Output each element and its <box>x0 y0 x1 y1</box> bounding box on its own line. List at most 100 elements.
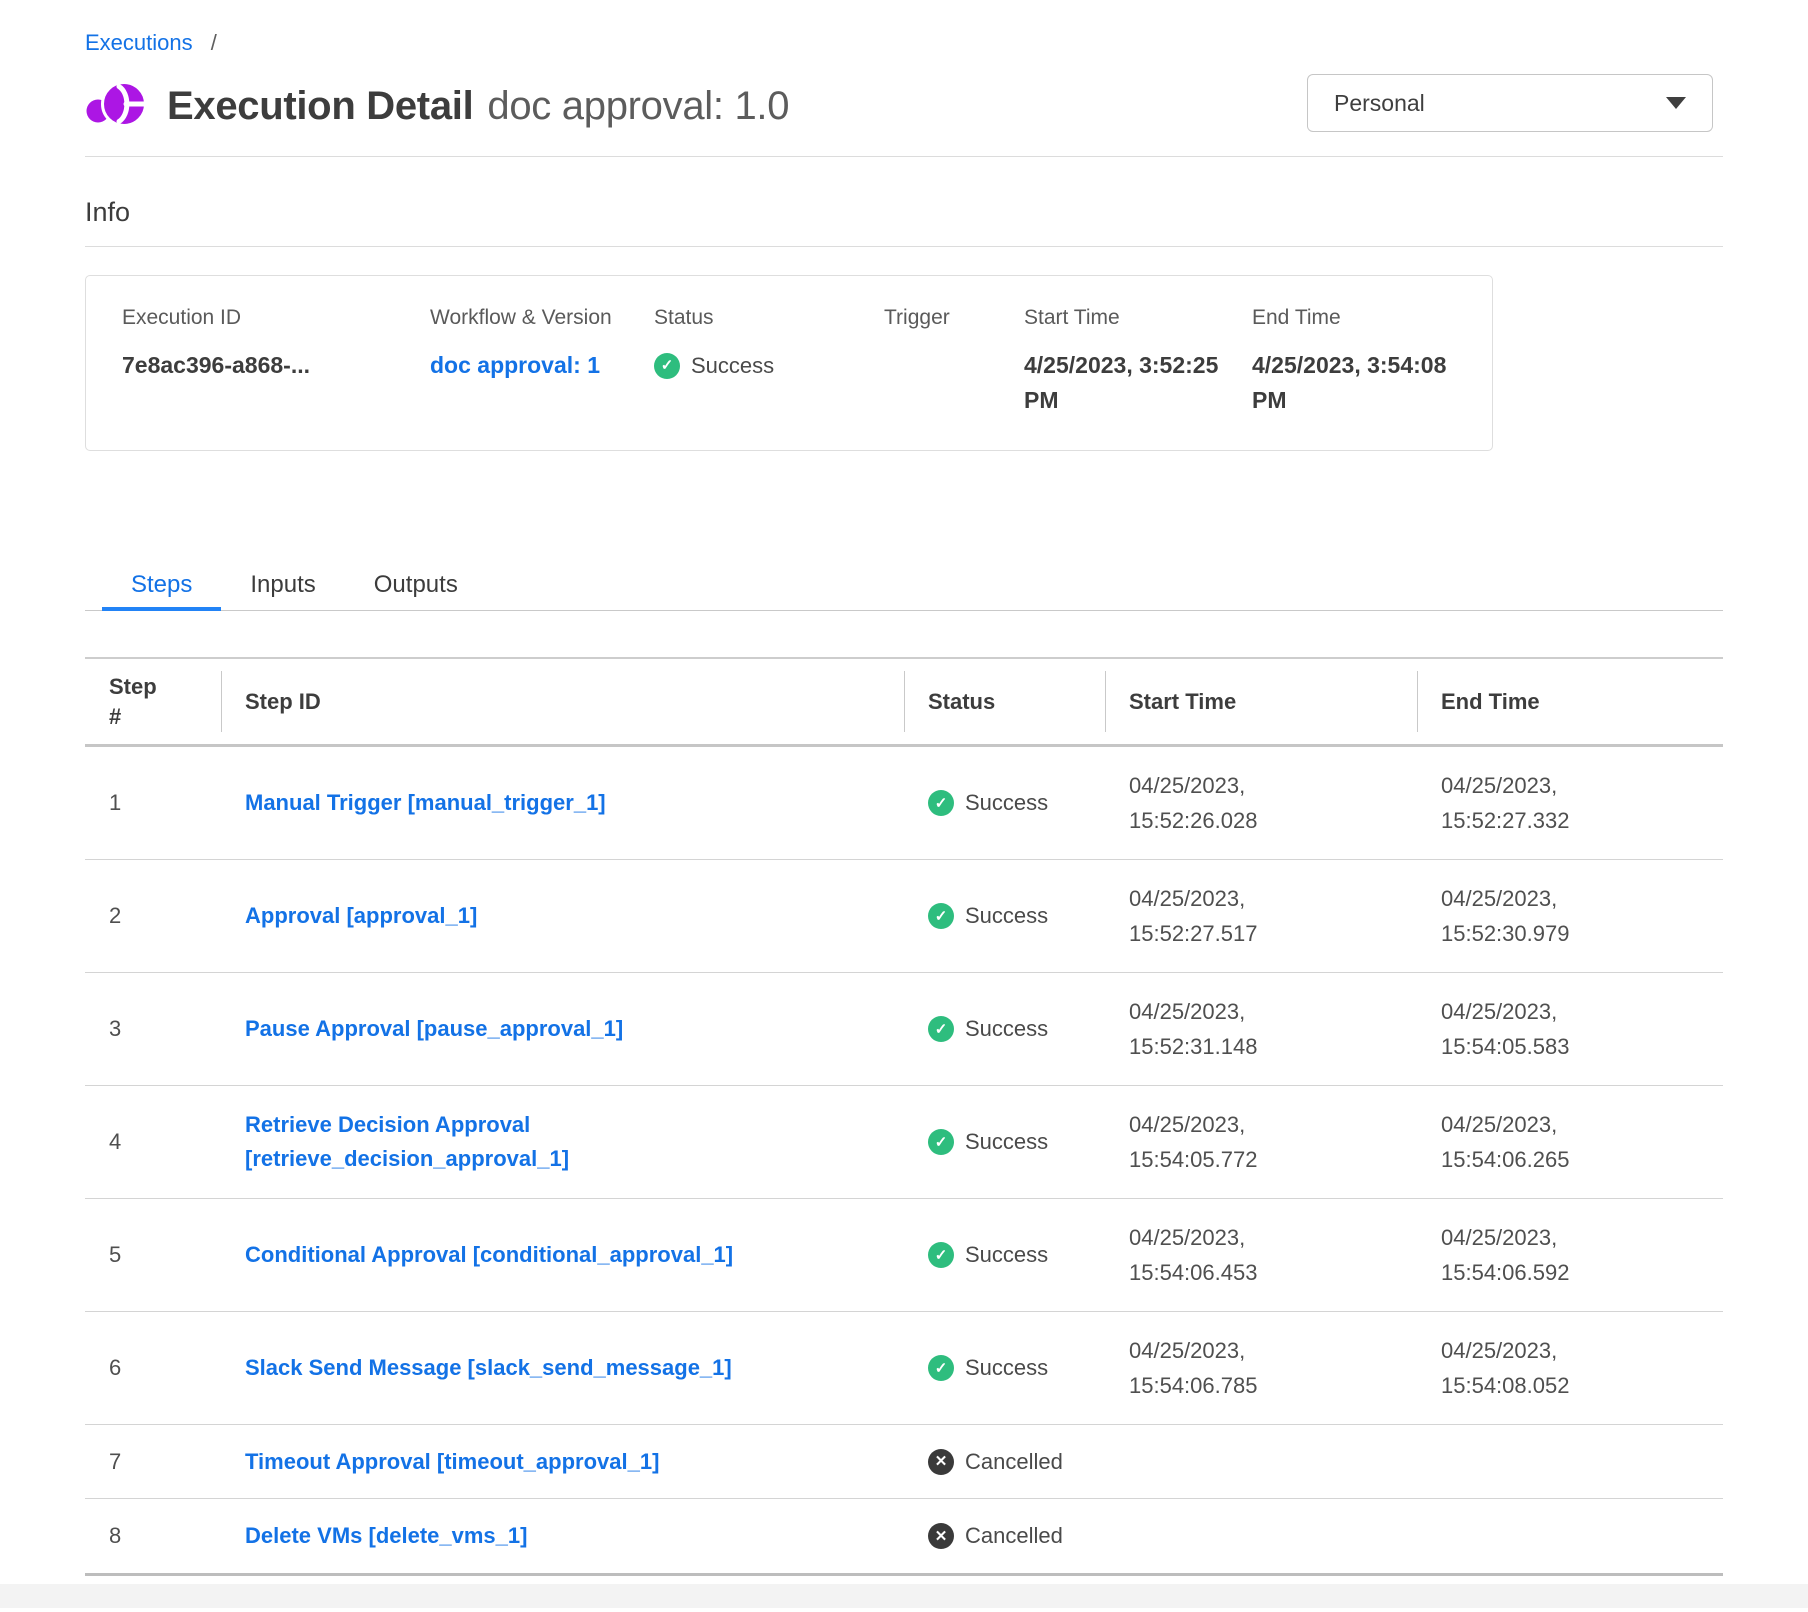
column-header-step: Step # <box>85 659 221 744</box>
status-cell: ✕Cancelled <box>904 1449 1105 1475</box>
tab-bar: StepsInputsOutputs <box>85 563 1723 611</box>
column-header-end-time: End Time <box>1417 659 1723 744</box>
step-id-link[interactable]: Delete VMs [delete_vms_1] <box>245 1519 527 1553</box>
table-row: 7 Timeout Approval [timeout_approval_1] ✕C… <box>85 1425 1723 1499</box>
page-subtitle: doc approval: 1.0 <box>487 84 789 129</box>
end-time-cell-line: 04/25/2023, <box>1441 1107 1723 1142</box>
success-check-icon: ✓ <box>928 903 954 929</box>
end-time-cell: 04/25/2023,15:54:06.265 <box>1417 1107 1723 1177</box>
start-time-cell-line: 04/25/2023, <box>1129 1107 1417 1142</box>
cancelled-x-icon: ✕ <box>928 1523 954 1549</box>
step-number-cell: 6 <box>85 1355 221 1381</box>
end-time-cell-line: 04/25/2023, <box>1441 1333 1723 1368</box>
step-id-cell: Manual Trigger [manual_trigger_1] <box>221 786 904 820</box>
step-id-link[interactable]: Timeout Approval [timeout_approval_1] <box>245 1445 659 1479</box>
info-field-value[interactable]: doc approval: 1 <box>430 348 644 383</box>
start-time-cell-line: 15:54:05.772 <box>1129 1142 1417 1177</box>
status-cell: ✕ Cancelled <box>904 1523 1105 1549</box>
info-field-label: Execution ID <box>122 306 420 330</box>
workflow-icon <box>85 77 149 135</box>
info-field-workflow-version: Workflow & Version doc approval: 1 <box>430 306 654 418</box>
start-time-cell: 04/25/2023,15:54:06.785 <box>1105 1333 1417 1403</box>
end-time-cell: 04/25/2023,15:54:05.583 <box>1417 994 1723 1064</box>
step-id-link[interactable]: Slack Send Message [slack_send_message_1… <box>245 1351 732 1385</box>
status-label: Success <box>965 1242 1048 1268</box>
table-row: 3Pause Approval [pause_approval_1]✓Succe… <box>85 973 1723 1086</box>
page-bottom-strip <box>0 1584 1808 1608</box>
breadcrumb: Executions / <box>85 30 1723 56</box>
start-time-cell: 04/25/2023,15:54:06.453 <box>1105 1220 1417 1290</box>
start-time-cell: 04/25/2023,15:52:26.028 <box>1105 768 1417 838</box>
info-field-label: Workflow & Version <box>430 306 644 330</box>
steps-table-body: 1 Manual Trigger [manual_trigger_1] ✓ Succe… <box>85 747 1723 1573</box>
column-header-start-time: Start Time <box>1105 659 1417 744</box>
start-time-cell-line: 04/25/2023, <box>1129 768 1417 803</box>
workspace-dropdown[interactable]: Personal <box>1307 74 1713 132</box>
end-time-cell: 04/25/2023,15:54:08.052 <box>1417 1333 1723 1403</box>
status-cell: ✓ Success <box>904 1242 1105 1268</box>
start-time-cell: 04/25/2023,15:54:05.772 <box>1105 1107 1417 1177</box>
end-time-cell-line: 04/25/2023, <box>1441 994 1723 1029</box>
step-id-link[interactable]: Conditional Approval [conditional_approv… <box>245 1238 733 1272</box>
page-title: Execution Detail <box>167 84 473 129</box>
end-time-cell-line: 15:54:05.583 <box>1441 1029 1723 1064</box>
end-time-cell-line: 04/25/2023, <box>1441 881 1723 916</box>
status-label: Cancelled <box>965 1523 1063 1549</box>
start-time-cell: 04/25/2023,15:52:31.148 <box>1105 994 1417 1064</box>
step-id-link[interactable]: Pause Approval [pause_approval_1] <box>245 1012 623 1046</box>
success-check-icon: ✓ <box>928 1016 954 1042</box>
step-id-link[interactable]: Manual Trigger [manual_trigger_1] <box>245 786 606 820</box>
tab-steps[interactable]: Steps <box>102 563 221 611</box>
column-header-status: Status <box>904 659 1105 744</box>
status-cell: ✓Success <box>904 1355 1105 1381</box>
table-row: 8Delete VMs [delete_vms_1]✕Cancelled <box>85 1499 1723 1573</box>
column-header-step-id: Step ID <box>221 659 904 744</box>
step-number-cell: 7 <box>85 1449 221 1475</box>
end-time-cell-line: 04/25/2023, <box>1441 768 1723 803</box>
cancelled-x-icon: ✕ <box>928 1449 954 1475</box>
status-cell: ✓Success <box>904 1129 1105 1155</box>
info-section-heading: Info <box>85 197 1723 247</box>
table-row: 6 Slack Send Message [slack_send_message_… <box>85 1312 1723 1425</box>
success-check-icon: ✓ <box>654 353 680 379</box>
info-field-execution-id: Execution ID7e8ac396-a868-... <box>122 306 430 418</box>
step-number-cell: 2 <box>85 903 221 929</box>
status-label: Success <box>965 1355 1048 1381</box>
start-time-cell-line: 15:54:06.785 <box>1129 1368 1417 1403</box>
step-number-cell: 1 <box>85 790 221 816</box>
status-label: Success <box>965 903 1048 929</box>
step-id-link[interactable]: Retrieve Decision Approval [retrieve_dec… <box>245 1108 820 1176</box>
steps-table-header: Step # Step IDStatusStart TimeEnd Time <box>85 657 1723 747</box>
execution-detail-page: Executions / Execution Detail doc approv… <box>0 30 1808 1576</box>
status-label: Success <box>691 348 774 383</box>
step-id-cell: Approval [approval_1] <box>221 899 904 933</box>
column-header-label: Step # <box>109 672 169 732</box>
status-label: Success <box>965 1016 1048 1042</box>
start-time-cell-line: 15:54:06.453 <box>1129 1255 1417 1290</box>
table-row: 5 Conditional Approval [conditional_appro… <box>85 1199 1723 1312</box>
breadcrumb-separator: / <box>211 30 217 55</box>
workspace-dropdown-value: Personal <box>1334 90 1425 117</box>
breadcrumb-link-executions[interactable]: Executions <box>85 30 193 55</box>
success-check-icon: ✓ <box>928 1242 954 1268</box>
start-time-cell-line: 04/25/2023, <box>1129 1220 1417 1255</box>
info-field-label: Start Time <box>1024 306 1242 330</box>
step-id-cell: Pause Approval [pause_approval_1] <box>221 1012 904 1046</box>
step-number-cell: 5 <box>85 1242 221 1268</box>
info-field-label: Status <box>654 306 874 330</box>
status-cell: ✓ Success <box>904 1016 1105 1042</box>
info-field-value: 4/25/2023, 3:54:08 PM <box>1252 348 1462 418</box>
status-label: Success <box>965 1129 1048 1155</box>
info-field-trigger: Trigger <box>884 306 1024 418</box>
info-field-status: Status ✓ Success <box>654 306 884 418</box>
tab-outputs[interactable]: Outputs <box>345 563 487 611</box>
step-id-link[interactable]: Approval [approval_1] <box>245 899 477 933</box>
step-id-cell: Delete VMs [delete_vms_1] <box>221 1519 904 1553</box>
start-time-cell-line: 15:52:31.148 <box>1129 1029 1417 1064</box>
end-time-cell-line: 15:54:08.052 <box>1441 1368 1723 1403</box>
start-time-cell-line: 15:52:27.517 <box>1129 916 1417 951</box>
start-time-cell-line: 15:52:26.028 <box>1129 803 1417 838</box>
tab-inputs[interactable]: Inputs <box>221 563 344 611</box>
start-time-cell-line: 04/25/2023, <box>1129 881 1417 916</box>
step-id-cell: Conditional Approval [conditional_approv… <box>221 1238 904 1272</box>
